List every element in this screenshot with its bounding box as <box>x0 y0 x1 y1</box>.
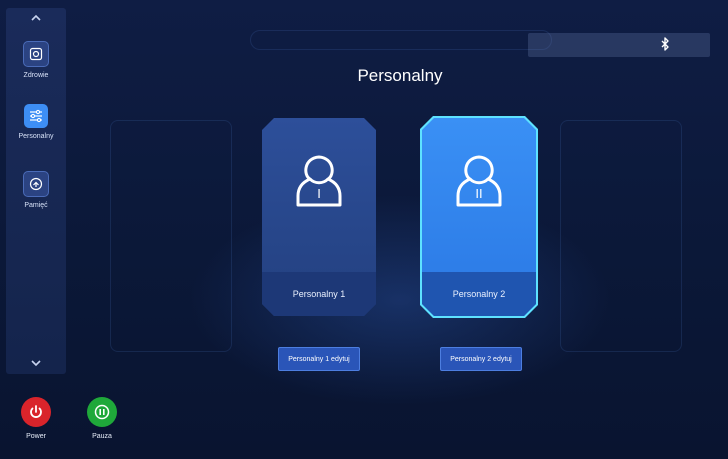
sidebar-item-personalny[interactable]: Personalny <box>6 104 66 140</box>
sidebar-item-label: Personalny <box>18 133 54 140</box>
bluetooth-icon[interactable] <box>660 37 670 56</box>
profile-card-label: Personalny 1 <box>262 272 376 316</box>
profile-number: I <box>317 186 321 201</box>
memory-icon <box>23 171 49 197</box>
sidebar-item-label: Pamięć <box>24 202 48 209</box>
pause-icon <box>87 397 117 427</box>
pause-button[interactable]: Pauza <box>82 397 122 440</box>
profile-number: II <box>475 186 482 201</box>
edit-profile-2-button[interactable]: Personalny 2 edytuj <box>440 347 522 371</box>
sliders-icon <box>24 104 48 128</box>
sidebar-item-pamiec[interactable]: Pamięć <box>6 171 66 209</box>
profile-card-1[interactable]: I Personalny 1 <box>262 118 376 316</box>
health-icon <box>23 41 49 67</box>
chevron-up-icon[interactable] <box>6 10 66 25</box>
profile-card-2[interactable]: II Personalny 2 <box>422 118 536 316</box>
pause-label: Pauza <box>92 433 112 440</box>
power-icon <box>21 397 51 427</box>
profile-card-label: Personalny 2 <box>422 272 536 316</box>
background-decoration <box>560 120 682 352</box>
edit-profile-1-button[interactable]: Personalny 1 edytuj <box>278 347 360 371</box>
page-title: Personalny <box>357 66 443 85</box>
background-decoration <box>250 30 552 50</box>
sidebar-item-zdrowie[interactable]: Zdrowie <box>6 41 66 79</box>
power-button[interactable]: Power <box>16 397 56 440</box>
power-label: Power <box>26 433 46 440</box>
background-decoration <box>110 120 232 352</box>
status-bar <box>528 33 710 57</box>
sidebar-item-label: Zdrowie <box>23 72 49 79</box>
chevron-down-icon[interactable] <box>6 355 66 370</box>
sidebar: Zdrowie Personalny Pamięć <box>6 8 66 374</box>
user-icon: II <box>453 152 505 217</box>
user-icon: I <box>293 152 345 217</box>
